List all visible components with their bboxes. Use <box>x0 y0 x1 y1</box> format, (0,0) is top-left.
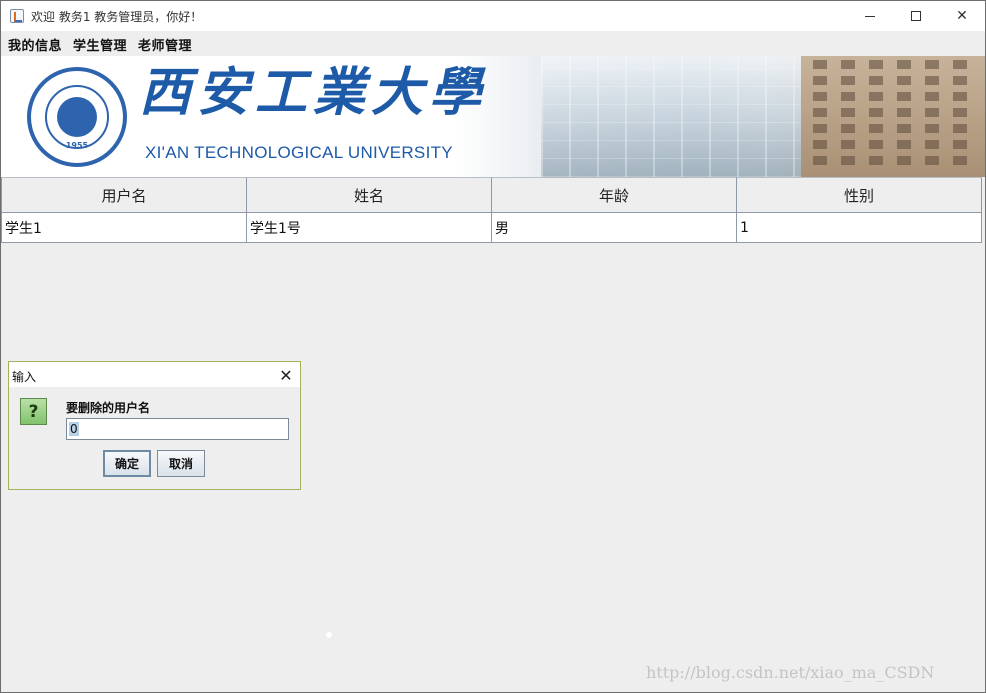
maximize-button[interactable] <box>893 1 939 31</box>
university-seal-logo: 1955 <box>27 67 127 167</box>
column-header-gender[interactable]: 性别 <box>736 177 982 213</box>
dialog-close-button[interactable]: ✕ <box>275 364 297 386</box>
table-cell[interactable]: 1 <box>736 213 982 243</box>
question-icon: ? <box>20 398 47 425</box>
column-header-name[interactable]: 姓名 <box>246 177 492 213</box>
university-name-english: XI'AN TECHNOLOGICAL UNIVERSITY <box>145 143 453 162</box>
student-table: 用户名 姓名 年龄 性别 学生1 学生1号 男 1 <box>1 177 985 243</box>
menu-student-management[interactable]: 学生管理 <box>73 35 127 54</box>
cancel-button[interactable]: 取消 <box>157 450 205 477</box>
dialog-title-bar: 输入 ✕ <box>9 362 300 387</box>
university-name-chinese: 西安工業大學 <box>139 62 488 123</box>
column-header-username[interactable]: 用户名 <box>1 177 247 213</box>
dialog-prompt: 要删除的用户名 <box>66 401 151 415</box>
minimize-icon <box>865 15 875 17</box>
menu-bar: 我的信息 学生管理 老师管理 <box>1 31 985 56</box>
title-bar: 欢迎 教务1 教务管理员，你好！ ✕ <box>1 1 985 31</box>
stray-dot <box>326 632 332 638</box>
close-icon: ✕ <box>956 8 968 24</box>
main-window: 欢迎 教务1 教务管理员，你好！ ✕ 我的信息 学生管理 老师管理 1955 西… <box>0 0 986 693</box>
menu-my-info[interactable]: 我的信息 <box>8 35 62 54</box>
column-header-age[interactable]: 年龄 <box>491 177 737 213</box>
ok-button[interactable]: 确定 <box>103 450 151 477</box>
menu-teacher-management[interactable]: 老师管理 <box>138 35 192 54</box>
maximize-icon <box>911 11 921 21</box>
table-cell[interactable]: 男 <box>491 213 737 243</box>
campus-building-image <box>541 56 801 177</box>
calligraphy-wall-image <box>801 56 985 177</box>
table-cell[interactable]: 学生1 <box>1 213 247 243</box>
minimize-button[interactable] <box>847 1 893 31</box>
window-title: 欢迎 教务1 教务管理员，你好！ <box>31 10 203 24</box>
table-header: 用户名 姓名 年龄 性别 <box>1 177 985 213</box>
username-input[interactable]: 0 <box>66 418 289 440</box>
table-row[interactable]: 学生1 学生1号 男 1 <box>1 213 985 243</box>
dialog-title: 输入 <box>12 370 37 384</box>
close-button[interactable]: ✕ <box>939 1 985 31</box>
input-dialog: 输入 ✕ ? 要删除的用户名 0 确定 取消 <box>8 361 301 490</box>
watermark: http://blog.csdn.net/xiao_ma_CSDN <box>646 663 935 682</box>
table-cell[interactable]: 学生1号 <box>246 213 492 243</box>
java-app-icon <box>10 9 24 23</box>
